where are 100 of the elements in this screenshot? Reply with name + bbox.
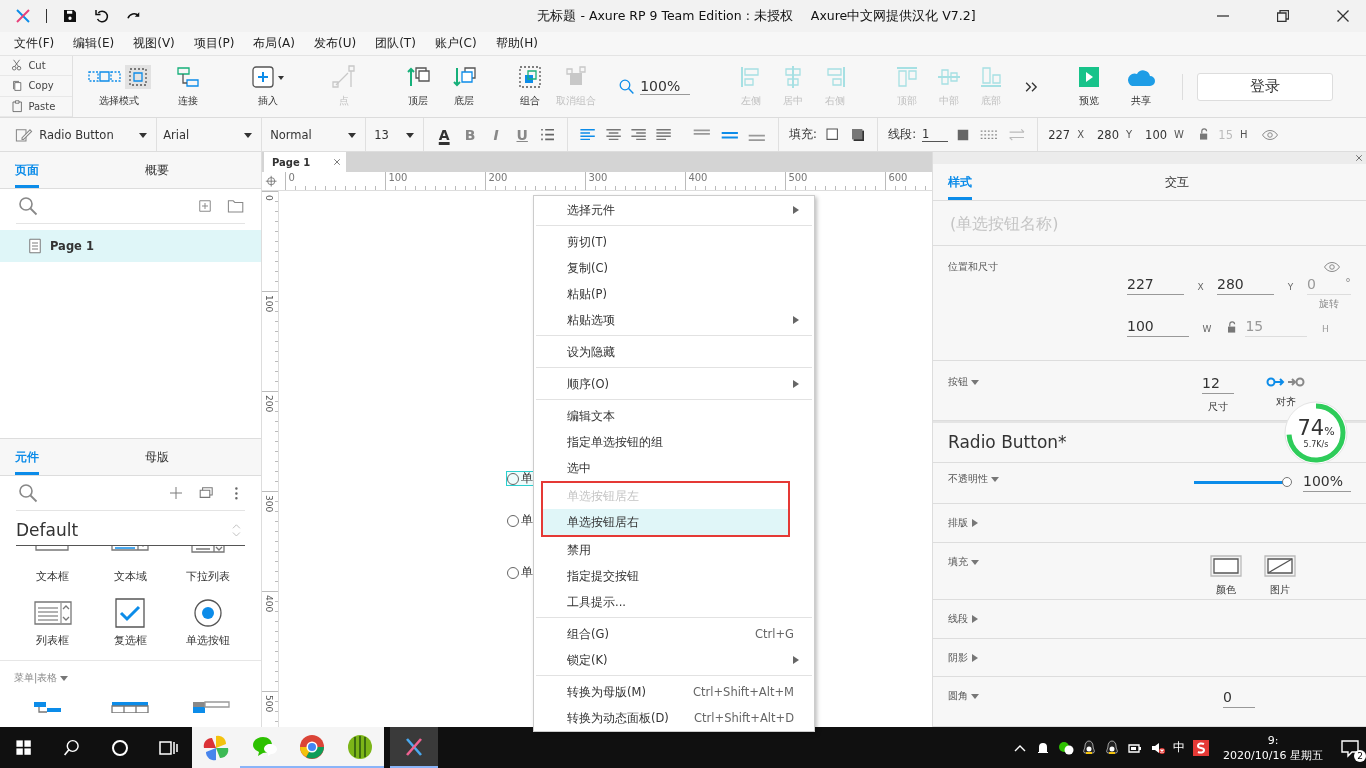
font-dropdown[interactable]: Arial <box>157 118 263 151</box>
tool-button[interactable]: 顶层 <box>395 65 441 108</box>
line-width-field[interactable]: 1 <box>922 127 949 142</box>
cut-button[interactable]: Cut <box>0 56 72 77</box>
login-button[interactable]: 登录 <box>1197 72 1334 101</box>
ruler-label: 400 <box>263 595 274 613</box>
menu-item[interactable]: 工具提示... <box>534 589 814 615</box>
field-caption: 尺寸 <box>1208 400 1228 415</box>
menu-item[interactable]: 项目(P) <box>193 35 235 52</box>
widget-type-dropdown[interactable]: Radio Button <box>39 118 158 151</box>
toolbar-button[interactable]: 共享 <box>1118 65 1165 108</box>
ruler-label: 300 <box>588 172 608 183</box>
menu-item[interactable]: 转换为动态面板(D) Ctrl+Shift+Alt+D <box>534 705 814 731</box>
menu-item[interactable]: 剪切(T) <box>534 229 814 255</box>
ruler-label: 100 <box>388 172 408 183</box>
menu-item[interactable]: 账户(C) <box>434 35 477 52</box>
axis-label: H <box>1321 323 1330 335</box>
tool-button[interactable]: 底层 <box>441 65 487 108</box>
menu-item[interactable]: 组合(G) Ctrl+G <box>534 621 814 647</box>
menu-item[interactable]: 粘贴选项 <box>534 307 814 333</box>
axis-label: H <box>1239 129 1248 140</box>
menu-item[interactable]: 发布(U) <box>314 35 357 52</box>
menu-item[interactable]: 粘贴(P) <box>534 281 814 307</box>
coordinate-field[interactable]: 100 <box>1145 127 1168 142</box>
section-title[interactable]: 填充 <box>948 554 968 569</box>
menu-item[interactable]: 布局(A) <box>253 35 295 52</box>
tool-button[interactable]: 组合 <box>507 65 553 108</box>
line-label: 线段: <box>888 127 917 142</box>
menu-item[interactable]: 复制(C) <box>534 255 814 281</box>
tool-button[interactable]: 选择模式 <box>87 65 151 108</box>
menu-item[interactable]: 单选按钮居右 <box>543 509 788 535</box>
menu-item[interactable]: 文件(F) <box>14 35 55 52</box>
field-caption: 对齐 <box>1276 395 1296 410</box>
paste-button[interactable]: Paste <box>0 96 72 117</box>
ruler-label: 400 <box>688 172 708 183</box>
clock-date[interactable]: 2020/10/16 星期五 <box>1223 747 1323 763</box>
axis-label: W <box>1201 323 1213 335</box>
shortcut-label: Ctrl+Shift+Alt+M <box>693 685 794 699</box>
section-title[interactable]: 排版 <box>948 516 968 531</box>
menu-item[interactable]: 选中 <box>534 455 814 481</box>
menu-item[interactable]: 选择元件 <box>534 197 814 223</box>
section-title: 位置和尺寸 <box>948 260 998 275</box>
menu-item[interactable]: 团队(T) <box>375 35 416 52</box>
radio-button-widget[interactable]: 单 <box>506 513 536 528</box>
menu-item[interactable]: 设为隐藏 <box>534 339 814 365</box>
size-field[interactable]: 12 <box>1202 375 1234 395</box>
clock-time[interactable]: 9: <box>1267 732 1279 748</box>
radius-field[interactable]: 0 <box>1223 689 1255 709</box>
menu-item[interactable]: 视图(V) <box>133 35 175 52</box>
menu-item[interactable]: 指定提交按钮 <box>534 563 814 589</box>
menu-item[interactable]: 指定单选按钮的组 <box>534 429 814 455</box>
x-field[interactable]: 227 <box>1127 276 1184 296</box>
window-subtitle: Axure中文网提供汉化 V7.2] <box>810 7 976 25</box>
font-color-button[interactable]: A <box>434 126 455 143</box>
section-title[interactable]: 不透明性 <box>948 471 988 486</box>
copy-button[interactable]: Copy <box>0 76 72 97</box>
widget-label: 列表框 <box>36 634 70 648</box>
panel-tab[interactable]: 母版 <box>130 439 261 475</box>
widget-label: 复选框 <box>114 634 147 648</box>
menu-item[interactable]: 帮助(H) <box>495 35 538 52</box>
inspector-tab[interactable]: 交互 <box>1149 164 1366 200</box>
opacity-field[interactable]: 100% <box>1303 473 1351 493</box>
font-size-dropdown[interactable]: 13 <box>366 118 425 151</box>
widget-label: 单选按钮 <box>186 634 231 648</box>
section-label[interactable]: 菜单|表格 <box>14 671 58 685</box>
ruler-label: 200 <box>488 172 508 183</box>
menu-item[interactable]: 禁用 <box>534 537 814 563</box>
coordinate-field[interactable]: 227 <box>1048 127 1071 142</box>
axis-label: Y <box>1286 281 1295 293</box>
zoom-field[interactable]: 100% <box>640 78 691 95</box>
section-title[interactable]: 圆角 <box>948 689 968 704</box>
ruler-label: 300 <box>263 495 274 513</box>
menu-item[interactable]: 锁定(K) <box>534 647 814 673</box>
section-title[interactable]: 按钮 <box>948 375 968 390</box>
ruler-label: 200 <box>263 395 274 413</box>
tool-button[interactable]: 连接 <box>165 65 211 108</box>
radio-button-widget[interactable]: 单 <box>506 565 536 580</box>
toolbar-button[interactable]: 预览 <box>1066 65 1113 108</box>
menu-item[interactable]: 转换为母版(M) Ctrl+Shift+Alt+M <box>534 679 814 705</box>
page-item[interactable]: Page 1 <box>0 230 261 262</box>
library-dropdown[interactable]: Default <box>16 520 79 540</box>
coordinate-field[interactable]: 280 <box>1097 127 1119 142</box>
ruler-label: 500 <box>263 695 274 713</box>
width-field[interactable]: 100 <box>1127 318 1189 338</box>
tool-button[interactable]: 插入 <box>245 65 291 108</box>
input-language[interactable]: 中 <box>1173 739 1186 756</box>
panel-tab[interactable]: 概要 <box>130 152 261 188</box>
y-field[interactable]: 280 <box>1217 276 1274 296</box>
page-tab[interactable]: Page 1 <box>264 152 346 172</box>
section-title[interactable]: 阴影 <box>948 650 968 665</box>
menu-item[interactable]: 顺序(O) <box>534 371 814 397</box>
menu-item[interactable]: 编辑(E) <box>73 35 115 52</box>
notification-count: 2 <box>1354 749 1366 762</box>
font-style-dropdown[interactable]: Normal <box>262 118 367 151</box>
widget-label: 下拉列表 <box>186 570 231 584</box>
menu-item[interactable]: 编辑文本 <box>534 403 814 429</box>
radio-button-widget[interactable]: 单 <box>506 471 536 486</box>
section-title[interactable]: 线段 <box>948 612 968 627</box>
meter-value: 74 <box>1297 415 1325 440</box>
network-speed: 5.7K/s <box>1303 439 1329 449</box>
